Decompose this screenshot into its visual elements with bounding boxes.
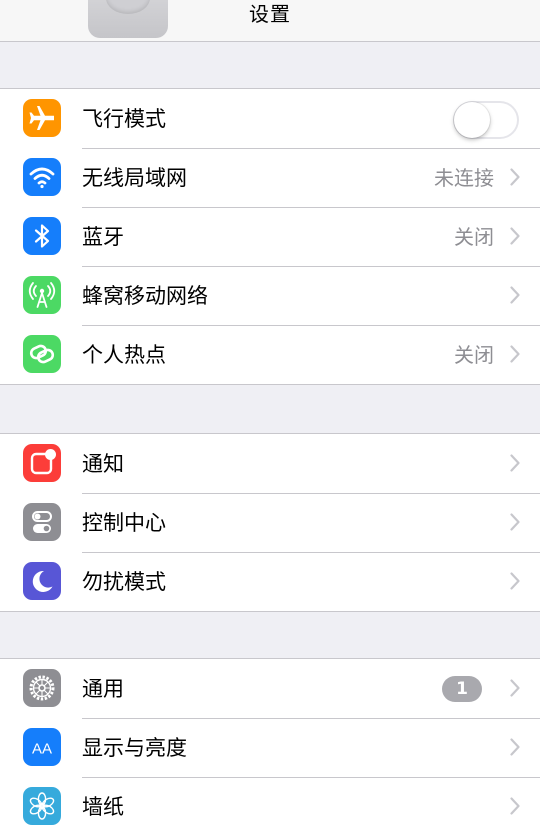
settings-row-do-not-disturb[interactable]: 勿扰模式 [0, 552, 540, 611]
navigation-bar: 设置 [0, 0, 540, 42]
settings-row-label: 个人热点 [82, 343, 166, 367]
chevron-right-icon [510, 454, 520, 472]
settings-row-wallpaper[interactable]: 墙纸 [0, 777, 540, 836]
chevron-right-icon [510, 227, 520, 245]
settings-row-label: 墙纸 [82, 795, 124, 819]
settings-row-airplane-mode[interactable]: 飞行模式 [0, 89, 540, 148]
chevron-right-icon [510, 286, 520, 304]
wifi-status: 未连接 [434, 166, 494, 190]
settings-row-cellular[interactable]: 蜂窝移动网络 [0, 266, 540, 325]
chevron-right-icon [510, 679, 520, 697]
chevron-right-icon [510, 168, 520, 186]
settings-group-general: 通用 1 AA 显示与亮度 墙纸 [0, 658, 540, 836]
airplane-icon [23, 99, 61, 137]
wifi-icon [23, 158, 61, 196]
settings-row-label: 无线局域网 [82, 166, 187, 190]
settings-row-wifi[interactable]: 无线局域网 未连接 [0, 148, 540, 207]
settings-row-general[interactable]: 通用 1 [0, 659, 540, 718]
cellular-antenna-icon [23, 276, 61, 314]
settings-row-label: 通知 [82, 452, 124, 476]
settings-group-system: 通知 控制中心 勿扰模式 [0, 433, 540, 612]
settings-row-label: 飞行模式 [82, 107, 166, 131]
settings-row-control-center[interactable]: 控制中心 [0, 493, 540, 552]
wallpaper-flower-icon [23, 787, 61, 825]
settings-row-bluetooth[interactable]: 蓝牙 关闭 [0, 207, 540, 266]
settings-row-label: 蓝牙 [82, 225, 124, 249]
settings-row-label: 通用 [82, 677, 124, 701]
gear-icon [23, 669, 61, 707]
chevron-right-icon [510, 572, 520, 590]
bluetooth-icon [23, 217, 61, 255]
bluetooth-status: 关闭 [454, 225, 494, 249]
moon-icon [23, 562, 61, 600]
chevron-right-icon [510, 345, 520, 363]
airplane-mode-toggle[interactable] [453, 101, 519, 139]
text-size-icon: AA [23, 728, 61, 766]
chevron-right-icon [510, 738, 520, 756]
hotspot-link-icon [23, 335, 61, 373]
settings-row-label: 显示与亮度 [82, 736, 187, 760]
toggle-knob [454, 102, 490, 138]
page-title: 设置 [249, 2, 291, 26]
notifications-icon [23, 444, 61, 482]
hotspot-status: 关闭 [454, 343, 494, 367]
update-badge: 1 [442, 676, 482, 702]
control-center-icon [23, 503, 61, 541]
settings-group-connectivity: 飞行模式 无线局域网 未连接 蓝牙 关闭 蜂窝移动网络 个人热点 关闭 [0, 88, 540, 385]
settings-row-personal-hotspot[interactable]: 个人热点 关闭 [0, 325, 540, 384]
settings-row-display-brightness[interactable]: AA 显示与亮度 [0, 718, 540, 777]
text-size-icon-glyph: AA [32, 741, 52, 758]
chevron-right-icon [510, 797, 520, 815]
chevron-right-icon [510, 513, 520, 531]
settings-row-label: 勿扰模式 [82, 570, 166, 594]
settings-row-label: 蜂窝移动网络 [82, 284, 208, 308]
settings-row-notifications[interactable]: 通知 [0, 434, 540, 493]
settings-row-label: 控制中心 [82, 511, 166, 535]
